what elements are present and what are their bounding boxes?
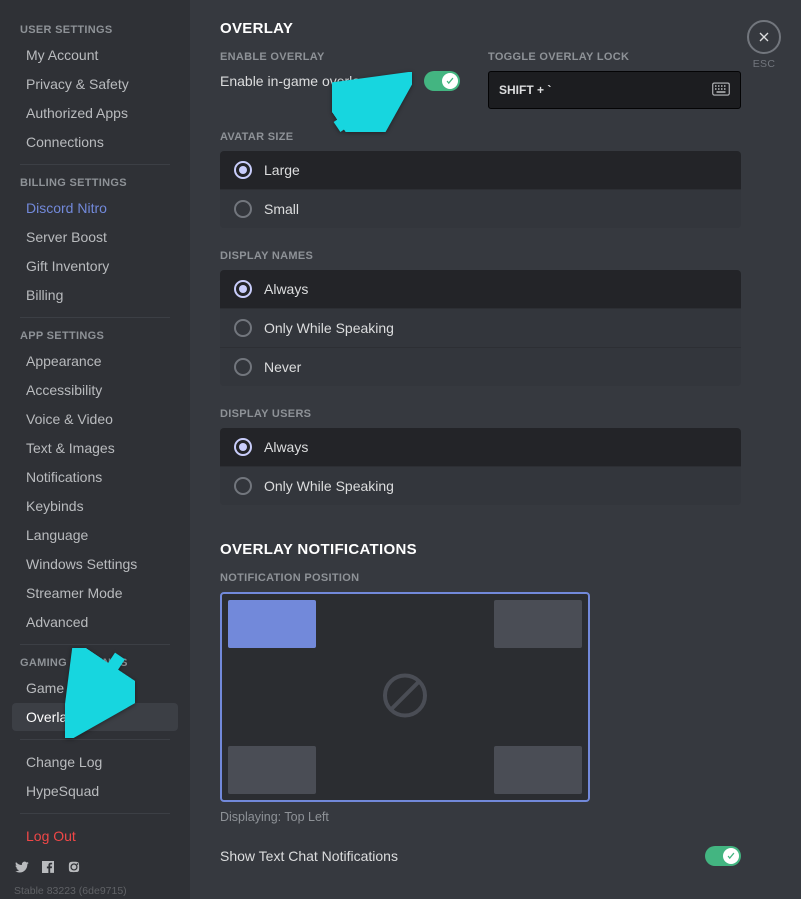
settings-sidebar: USER SETTINGSMy AccountPrivacy & SafetyA… — [0, 0, 190, 899]
sidebar-item-server-boost[interactable]: Server Boost — [12, 223, 178, 251]
keyboard-icon — [712, 82, 730, 99]
avatar-size-option-large[interactable]: Large — [220, 151, 741, 189]
display-names-header: DISPLAY NAMES — [220, 250, 741, 262]
keybind-input[interactable]: SHIFT + ` — [488, 71, 741, 109]
keybind-value: SHIFT + ` — [499, 83, 551, 97]
sidebar-item-notifications[interactable]: Notifications — [12, 463, 178, 491]
sidebar-item-game-activity[interactable]: Game Activity — [12, 674, 178, 702]
radio-icon — [234, 477, 252, 495]
close-button-wrap: ESC — [747, 20, 781, 70]
display-names-group: Always Only While Speaking Never — [220, 270, 741, 386]
enable-overlay-toggle[interactable] — [424, 71, 460, 91]
radio-icon — [234, 438, 252, 456]
sidebar-item-streamer-mode[interactable]: Streamer Mode — [12, 579, 178, 607]
display-users-option-only-while-speaking[interactable]: Only While Speaking — [220, 466, 741, 505]
display-users-option-always[interactable]: Always — [220, 428, 741, 466]
enable-overlay-text: Enable in-game overlay. — [220, 73, 370, 89]
radio-icon — [234, 319, 252, 337]
position-top-left[interactable] — [228, 600, 316, 648]
sidebar-item-overlay[interactable]: Overlay — [12, 703, 178, 731]
check-icon — [726, 851, 736, 861]
sidebar-header: GAMING SETTINGS — [6, 653, 184, 673]
sidebar-item-privacy-safety[interactable]: Privacy & Safety — [12, 70, 178, 98]
radio-icon — [234, 200, 252, 218]
toggle-lock-header: TOGGLE OVERLAY LOCK — [488, 51, 741, 63]
radio-label: Always — [264, 439, 308, 455]
notification-position-header: NOTIFICATION POSITION — [220, 572, 741, 584]
facebook-icon[interactable] — [40, 859, 56, 878]
radio-label: Only While Speaking — [264, 320, 394, 336]
radio-label: Only While Speaking — [264, 478, 394, 494]
notification-position-selector — [220, 592, 590, 802]
twitter-icon[interactable] — [14, 859, 30, 878]
disable-position-icon[interactable] — [381, 672, 429, 723]
sidebar-item-log-out[interactable]: Log Out — [12, 822, 178, 850]
display-names-option-never[interactable]: Never — [220, 347, 741, 386]
sidebar-item-my-account[interactable]: My Account — [12, 41, 178, 69]
version-info: Stable 83223 (6de9715) Host 1.0.9001 Win… — [14, 884, 176, 899]
sidebar-item-text-images[interactable]: Text & Images — [12, 434, 178, 462]
sidebar-item-language[interactable]: Language — [12, 521, 178, 549]
sidebar-header: BILLING SETTINGS — [6, 173, 184, 193]
instagram-icon[interactable] — [66, 859, 82, 878]
check-icon — [445, 76, 455, 86]
position-bottom-left[interactable] — [228, 746, 316, 794]
esc-label: ESC — [747, 58, 781, 70]
sidebar-item-change-log[interactable]: Change Log — [12, 748, 178, 776]
sidebar-item-windows-settings[interactable]: Windows Settings — [12, 550, 178, 578]
social-links — [14, 859, 176, 878]
avatar-size-group: Large Small — [220, 151, 741, 228]
position-bottom-right[interactable] — [494, 746, 582, 794]
sidebar-item-authorized-apps[interactable]: Authorized Apps — [12, 99, 178, 127]
notification-position-display: Displaying: Top Left — [220, 810, 741, 824]
radio-icon — [234, 161, 252, 179]
radio-icon — [234, 358, 252, 376]
text-chat-notif-toggle[interactable] — [705, 846, 741, 866]
radio-label: Large — [264, 162, 300, 178]
sidebar-item-accessibility[interactable]: Accessibility — [12, 376, 178, 404]
display-names-option-only-while-speaking[interactable]: Only While Speaking — [220, 308, 741, 347]
sidebar-item-appearance[interactable]: Appearance — [12, 347, 178, 375]
overlay-notifications-title: OVERLAY NOTIFICATIONS — [220, 541, 741, 558]
avatar-size-option-small[interactable]: Small — [220, 189, 741, 228]
sidebar-item-connections[interactable]: Connections — [12, 128, 178, 156]
content-pane: ESC OVERLAY ENABLE OVERLAY Enable in-gam… — [190, 0, 801, 899]
radio-label: Never — [264, 359, 301, 375]
radio-label: Always — [264, 281, 308, 297]
radio-icon — [234, 280, 252, 298]
sidebar-item-voice-video[interactable]: Voice & Video — [12, 405, 178, 433]
sidebar-header: APP SETTINGS — [6, 326, 184, 346]
avatar-size-header: AVATAR SIZE — [220, 131, 741, 143]
sidebar-item-gift-inventory[interactable]: Gift Inventory — [12, 252, 178, 280]
sidebar-item-hypesquad[interactable]: HypeSquad — [12, 777, 178, 805]
close-button[interactable] — [747, 20, 781, 54]
text-chat-notif-label: Show Text Chat Notifications — [220, 848, 398, 864]
radio-label: Small — [264, 201, 299, 217]
sidebar-header: USER SETTINGS — [6, 20, 184, 40]
page-title: OVERLAY — [220, 20, 741, 37]
close-icon — [756, 29, 772, 45]
sidebar-item-keybinds[interactable]: Keybinds — [12, 492, 178, 520]
display-users-header: DISPLAY USERS — [220, 408, 741, 420]
display-names-option-always[interactable]: Always — [220, 270, 741, 308]
enable-overlay-header: ENABLE OVERLAY — [220, 51, 470, 63]
sidebar-item-discord-nitro[interactable]: Discord Nitro — [12, 194, 178, 222]
sidebar-item-billing[interactable]: Billing — [12, 281, 178, 309]
sidebar-item-advanced[interactable]: Advanced — [12, 608, 178, 636]
position-top-right[interactable] — [494, 600, 582, 648]
display-users-group: Always Only While Speaking — [220, 428, 741, 505]
